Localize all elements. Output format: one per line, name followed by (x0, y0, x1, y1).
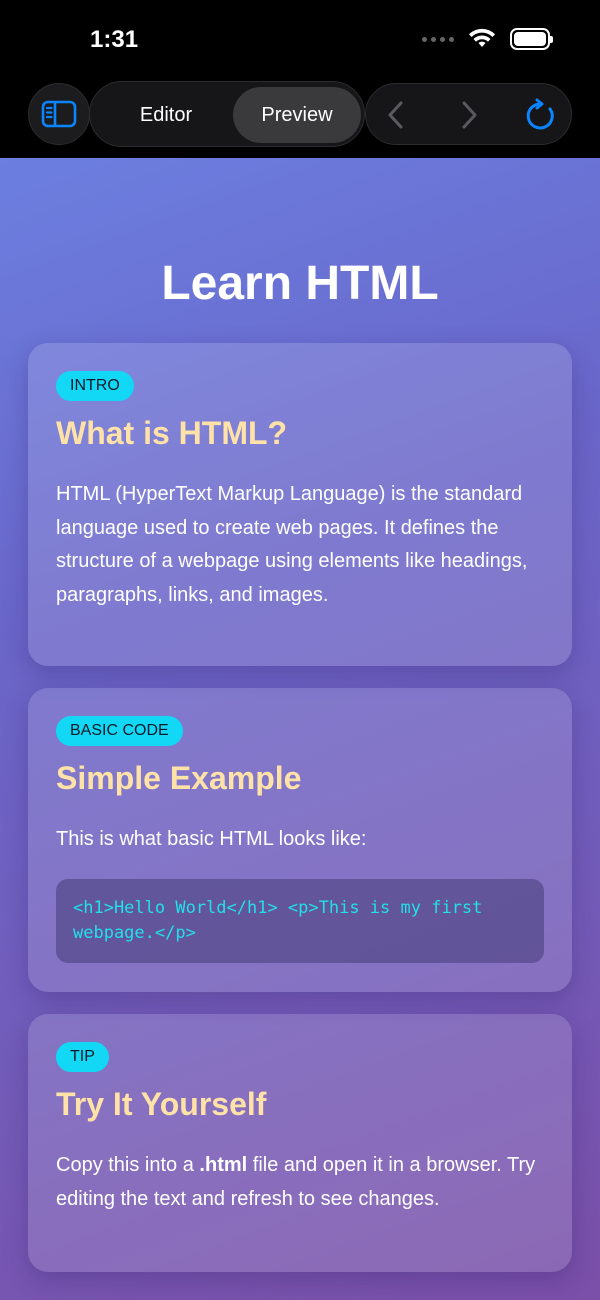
preview-content[interactable]: Learn HTML INTRO What is HTML? HTML (Hyp… (0, 158, 600, 1300)
card-tip: TIP Try It Yourself Copy this into a .ht… (28, 1014, 572, 1272)
card-text-before: Copy this into a (56, 1154, 200, 1176)
reload-button[interactable] (511, 84, 571, 146)
card-badge: INTRO (56, 371, 134, 401)
status-icons (422, 28, 553, 50)
status-bar: 1:31 (0, 0, 600, 80)
battery-icon (510, 28, 553, 50)
card-basic-code: BASIC CODE Simple Example This is what b… (28, 688, 572, 992)
card-title: What is HTML? (56, 415, 288, 451)
card-text: HTML (HyperText Markup Language) is the … (56, 483, 528, 606)
card-intro: INTRO What is HTML? HTML (HyperText Mark… (28, 343, 572, 666)
card-title: Try It Yourself (56, 1086, 267, 1122)
cellular-signal-icon (422, 36, 454, 42)
tab-editor[interactable]: Editor (100, 87, 232, 143)
sidebar-toggle-button[interactable] (28, 83, 90, 145)
tab-preview[interactable]: Preview (233, 87, 361, 143)
chevron-right-icon (462, 101, 477, 129)
status-time: 1:31 (90, 26, 139, 53)
sidebar-icon (41, 100, 77, 128)
forward-button[interactable] (439, 84, 499, 146)
chevron-left-icon (388, 101, 403, 129)
card-badge: BASIC CODE (56, 716, 183, 746)
card-text: Copy this into a .html file and open it … (56, 1149, 544, 1216)
card-text: This is what basic HTML looks like: (56, 828, 367, 850)
navigation-controls (365, 83, 572, 145)
card-title: Simple Example (56, 760, 302, 796)
toolbar: Editor Preview (0, 80, 600, 158)
editor-preview-segmented-control: Editor Preview (89, 81, 365, 147)
card-badge: TIP (56, 1042, 109, 1072)
code-block: <h1>Hello World</h1> <p>This is my first… (56, 878, 544, 963)
wifi-icon (469, 28, 495, 47)
card-text-bold: .html (199, 1154, 248, 1176)
back-button[interactable] (366, 84, 426, 146)
reload-icon (526, 98, 554, 130)
page-title: Learn HTML (161, 257, 439, 310)
